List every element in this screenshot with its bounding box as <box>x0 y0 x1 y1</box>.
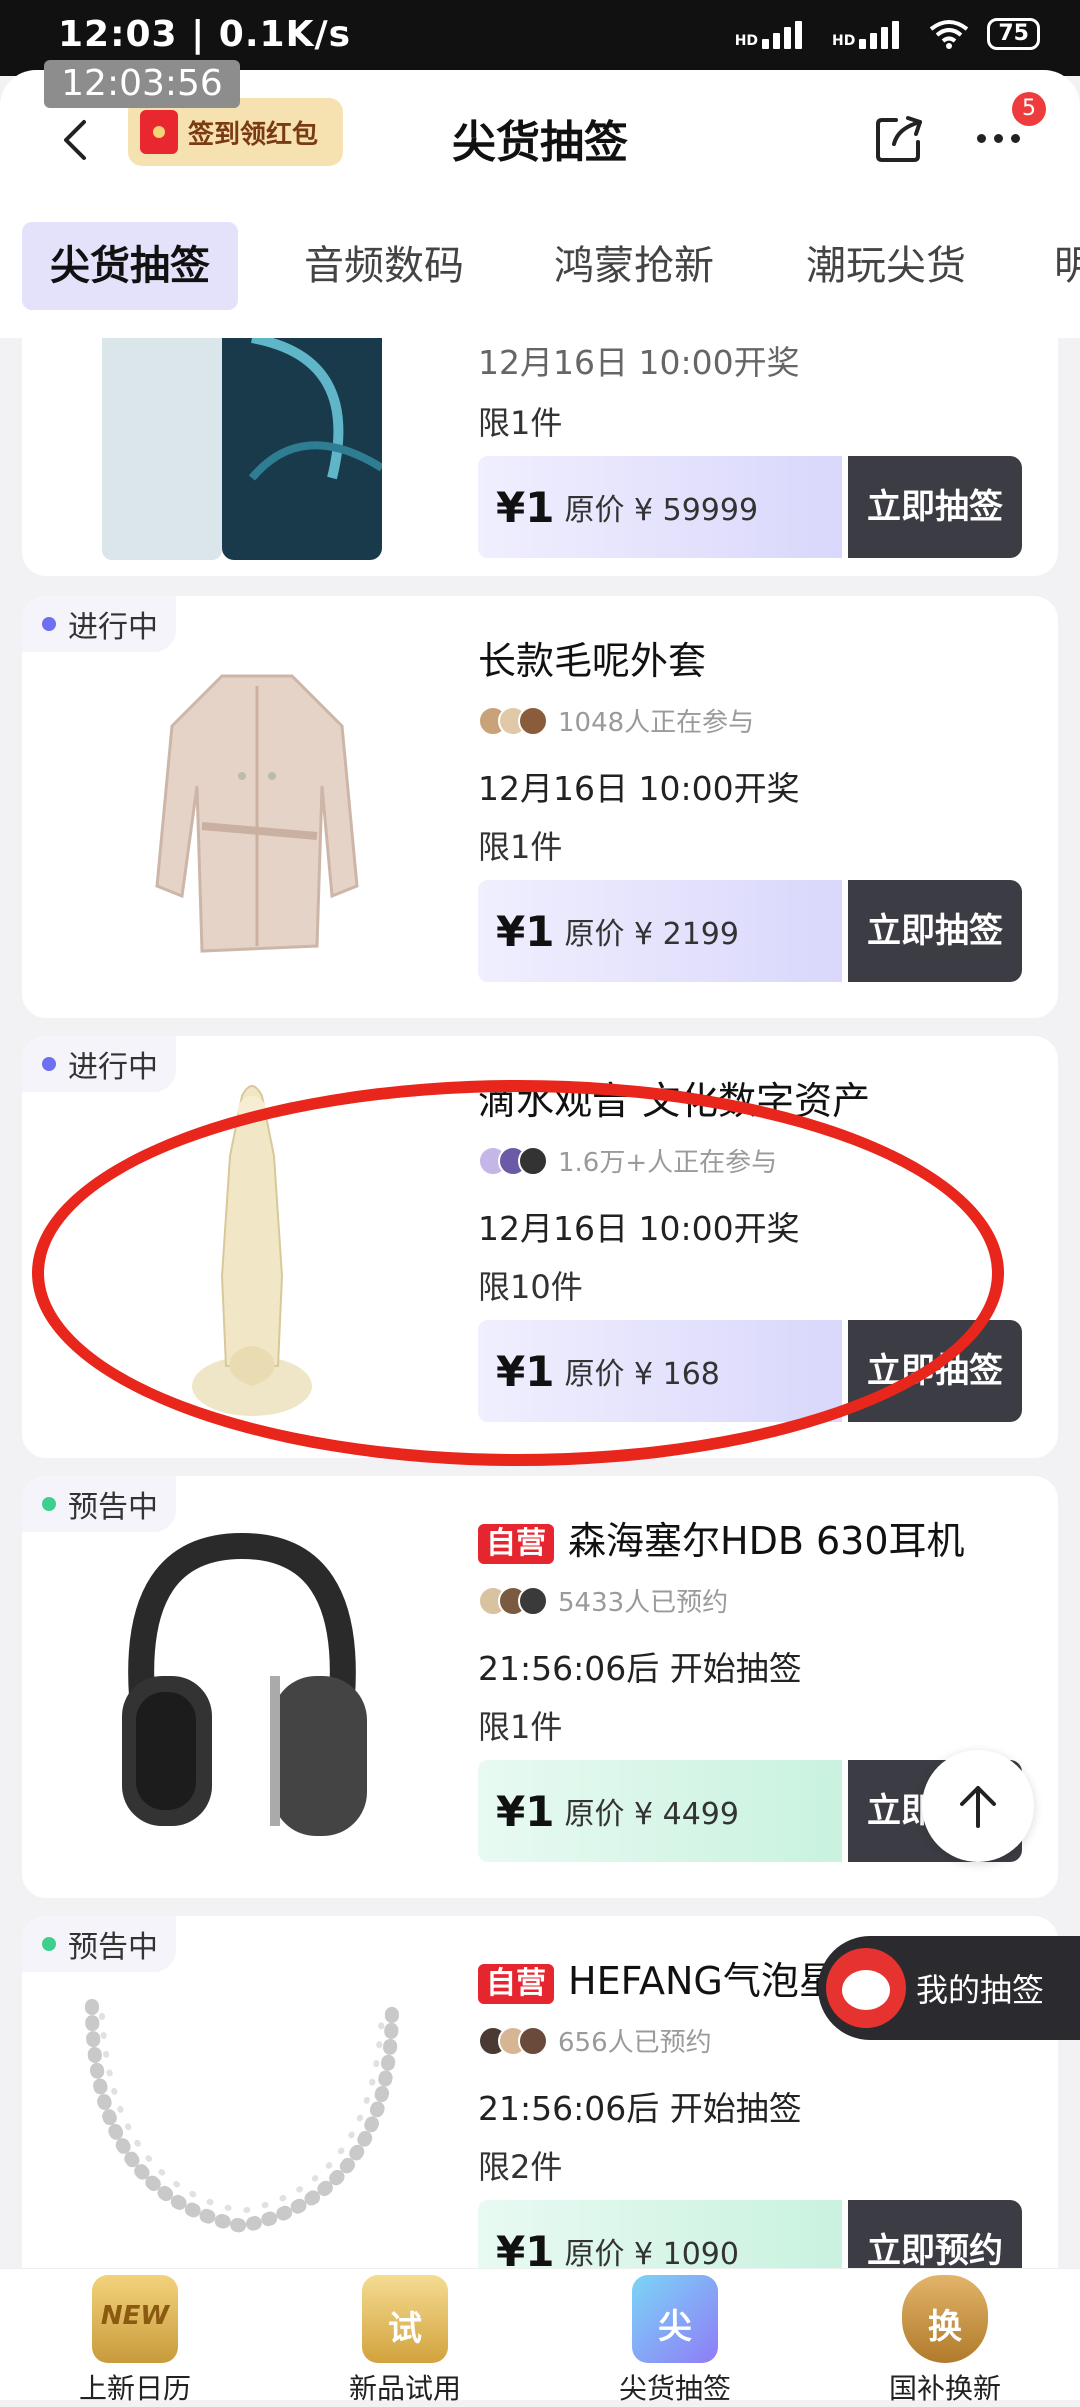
guanyin-statue-image <box>192 1085 312 1416</box>
draw-now-button[interactable]: 立即抽签 <box>848 456 1022 558</box>
status-tag-preview: 预告中 <box>22 1916 176 1972</box>
battery-icon: 75 <box>987 18 1040 50</box>
product-card[interactable]: 预告中 自营 森海塞尔HDB 630耳机 5433人已预约 21:56:06后 开… <box>22 1476 1058 1898</box>
tab-harmony[interactable]: 鸿蒙抢新 <box>554 222 714 310</box>
participants: 1048人正在参与 <box>478 702 754 739</box>
participants: 656人已预约 <box>478 2022 712 2059</box>
pearl-necklace-image <box>85 1999 399 2234</box>
price: ¥1 <box>496 1346 555 1396</box>
draw-start-countdown: 21:56:06后 开始抽签 <box>478 1649 802 1688</box>
my-draws-button[interactable]: 我的抽签 <box>818 1936 1080 2040</box>
bottom-nav: NEW 上新日历 试 新品试用 尖 尖货抽签 换 国补换新 <box>0 2268 1080 2405</box>
tab-trendy[interactable]: 潮玩尖货 <box>806 222 966 310</box>
clock-overlay: 12:03:56 <box>44 60 240 108</box>
wifi-icon <box>930 20 969 49</box>
original-price: 原价 ¥ 59999 <box>564 493 759 528</box>
status-time: 12:03 | 0.1K/s <box>58 14 352 55</box>
arrow-up-icon <box>960 1786 996 1828</box>
participant-avatars <box>478 2025 548 2056</box>
category-tabs: 尖货抽签 音频数码 鸿蒙抢新 潮玩尖货 明 <box>0 220 1080 338</box>
coat-image <box>155 674 359 953</box>
product-card[interactable]: 12月16日 10:00开奖 限1件 ¥1 原价 ¥ 59999 立即抽签 <box>22 338 1058 576</box>
limit-text: 限10件 <box>478 1268 583 1306</box>
tab-audio-digital[interactable]: 音频数码 <box>304 222 464 310</box>
status-tag-ongoing: 进行中 <box>22 596 176 652</box>
limit-text: 限2件 <box>478 2148 563 2186</box>
product-card[interactable]: 进行中 长款毛呢外套 1048人正在参与 12月16日 10:00开奖 限1件 … <box>22 596 1058 1018</box>
limit-text: 限1件 <box>478 1708 563 1746</box>
product-card[interactable]: 进行中 滴水观音 文化数字资产 1.6万+人正在参与 12月16日 10:00开… <box>22 1036 1058 1458</box>
signin-red-packet-button[interactable]: 签到领红包 <box>128 98 343 166</box>
price: ¥1 <box>496 1786 555 1836</box>
product-title: 长款毛呢外套 <box>478 639 707 683</box>
participants: 1.6万+人正在参与 <box>478 1142 777 1179</box>
trade-in-shield-icon: 换 <box>902 2275 988 2363</box>
draw-time: 12月16日 10:00开奖 <box>478 769 800 808</box>
signin-label: 签到领红包 <box>188 119 319 150</box>
nav-label: 国补换新 <box>888 2372 1001 2405</box>
price: ¥1 <box>496 906 555 956</box>
tab-lottery[interactable]: 尖货抽签 <box>22 222 238 310</box>
original-price: 原价 ¥ 168 <box>564 1357 720 1392</box>
participant-avatars <box>478 1145 548 1176</box>
nav-label: 新品试用 <box>348 2372 461 2405</box>
limit-text: 限1件 <box>478 404 563 442</box>
original-price: 原价 ¥ 1090 <box>564 2237 739 2268</box>
self-operated-badge: 自营 <box>478 1963 554 2004</box>
nav-product-trial[interactable]: 试 新品试用 <box>270 2269 540 2405</box>
status-icons: HD HD 75 <box>735 18 1040 50</box>
product-title: 滴水观音 文化数字资产 <box>478 1079 871 1123</box>
red-packet-icon <box>140 110 178 154</box>
limit-text: 限1件 <box>478 828 563 866</box>
participants: 5433人已预约 <box>478 1582 728 1619</box>
headphones-image <box>122 1532 367 1836</box>
product-title: 自营 森海塞尔HDB 630耳机 <box>478 1510 965 1565</box>
price: ¥1 <box>496 482 555 532</box>
my-draws-label: 我的抽签 <box>916 1971 1045 2009</box>
original-price: 原价 ¥ 4499 <box>564 1797 739 1832</box>
status-tag-ongoing: 进行中 <box>22 1036 176 1092</box>
original-price: 原价 ¥ 2199 <box>564 917 739 952</box>
nav-lottery[interactable]: 尖 尖货抽签 <box>540 2269 810 2405</box>
status-tag-preview: 预告中 <box>22 1476 176 1532</box>
participant-avatars <box>478 705 548 736</box>
signal-icon: HD <box>735 19 814 49</box>
draw-time: 12月16日 10:00开奖 <box>478 1209 800 1248</box>
signal-icon: HD <box>832 19 911 49</box>
nav-new-calendar[interactable]: NEW 上新日历 <box>0 2269 270 2405</box>
trial-bag-icon: 试 <box>362 2275 448 2363</box>
price-bar: ¥1 原价 ¥ 168 <box>478 1320 842 1422</box>
back-arrow-icon[interactable] <box>48 110 108 170</box>
nav-trade-in[interactable]: 换 国补换新 <box>810 2269 1080 2405</box>
draw-time: 12月16日 10:00开奖 <box>478 343 800 382</box>
draw-start-countdown: 21:56:06后 开始抽签 <box>478 2089 802 2128</box>
lottery-icon: 尖 <box>632 2275 718 2363</box>
share-icon[interactable] <box>872 110 928 166</box>
draw-now-button[interactable]: 立即抽签 <box>848 880 1022 982</box>
price-bar: ¥1 原价 ¥ 2199 <box>478 880 842 982</box>
tab-more[interactable]: 明 <box>1054 222 1080 310</box>
nav-label: 上新日历 <box>78 2372 191 2405</box>
calendar-new-icon: NEW <box>92 2275 178 2363</box>
price-bar: ¥1 原价 ¥ 1090 <box>478 2200 842 2268</box>
phone-image <box>102 338 382 560</box>
scroll-to-top-button[interactable] <box>922 1750 1034 1862</box>
price-bar: ¥1 原价 ¥ 4499 <box>478 1760 842 1862</box>
price-bar: ¥1 原价 ¥ 59999 <box>478 456 842 558</box>
draw-now-button[interactable]: 立即抽签 <box>848 1320 1022 1422</box>
jd-mascot-icon <box>826 1948 906 2028</box>
notification-badge: 5 <box>1012 92 1046 126</box>
reserve-now-button[interactable]: 立即预约 <box>848 2200 1022 2268</box>
self-operated-badge: 自营 <box>478 1523 554 1564</box>
participant-avatars <box>478 1585 548 1616</box>
price: ¥1 <box>496 2226 555 2269</box>
nav-label: 尖货抽签 <box>618 2372 731 2405</box>
